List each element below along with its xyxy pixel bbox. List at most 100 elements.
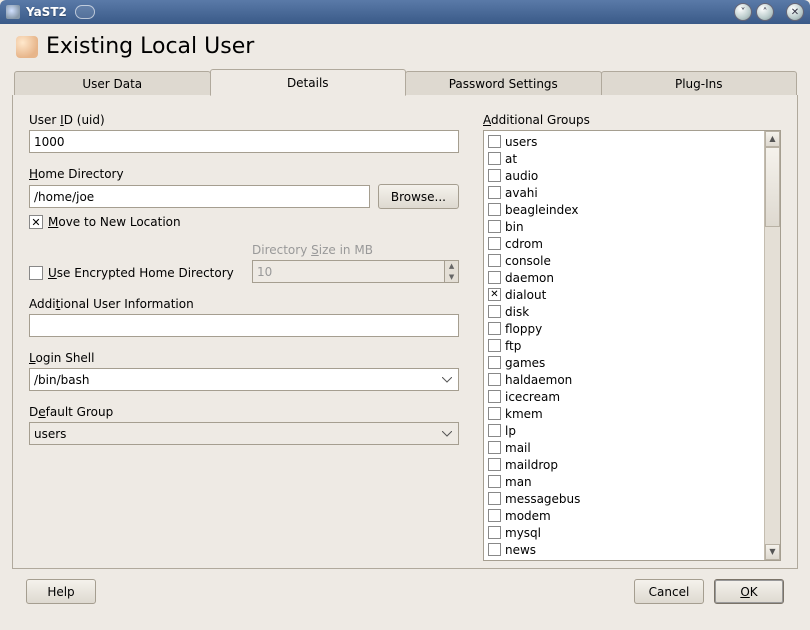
group-item[interactable]: daemon [486,269,762,286]
group-item[interactable]: man [486,473,762,490]
group-label: floppy [505,322,542,336]
group-item[interactable]: avahi [486,184,762,201]
checkbox-icon [488,458,501,471]
checkbox-icon [488,339,501,352]
tab-details[interactable]: Details [210,69,407,96]
use-encrypted-home-checkbox[interactable]: Use Encrypted Home Directory [29,266,234,280]
group-label: news [505,543,536,557]
group-item[interactable]: lp [486,422,762,439]
group-label: kmem [505,407,543,421]
checkbox-icon [488,220,501,233]
additional-groups-label: Additional Groups [483,113,781,127]
group-item[interactable]: dialout [486,286,762,303]
checkbox-icon [488,407,501,420]
checkbox-icon [488,424,501,437]
group-item[interactable]: mail [486,439,762,456]
window-close-icon[interactable]: ✕ [786,3,804,21]
checkbox-icon [488,390,501,403]
group-label: modem [505,509,551,523]
tab-password-settings[interactable]: Password Settings [405,71,602,95]
tab-label: Plug-Ins [675,77,723,91]
group-label: cdrom [505,237,543,251]
checkbox-icon [488,322,501,335]
group-label: users [505,135,537,149]
uid-label: User ID (uid) [29,113,459,127]
scroll-up-icon[interactable]: ▲ [765,131,780,147]
window-maximize-icon[interactable]: ˄ [756,3,774,21]
checkbox-icon [488,441,501,454]
login-shell-label: Login Shell [29,351,459,365]
group-item[interactable]: cdrom [486,235,762,252]
group-item[interactable]: maildrop [486,456,762,473]
group-item[interactable]: mysql [486,524,762,541]
window-minimize-icon[interactable]: ˅ [734,3,752,21]
group-item[interactable]: bin [486,218,762,235]
group-item[interactable]: news [486,541,762,558]
group-label: bin [505,220,524,234]
dirsize-spinner: ▲▼ [252,260,459,283]
login-shell-select[interactable]: /bin/bash [29,368,459,391]
additional-groups-listbox[interactable]: users at audioavahi beagleindex bin cdrom cons… [483,130,781,561]
group-label: disk [505,305,529,319]
group-label: icecream [505,390,560,404]
cancel-button[interactable]: Cancel [634,579,704,604]
group-label: mysql [505,526,541,540]
tab-label: User Data [82,77,142,91]
group-item[interactable]: users [486,133,762,150]
uid-input[interactable] [29,130,459,153]
checkbox-icon [488,509,501,522]
checkbox-icon [488,203,501,216]
group-item[interactable]: at [486,150,762,167]
group-label: at [505,152,517,166]
checkbox-icon [488,271,501,284]
titlebar: YaST2 ˅ ˄ ✕ [0,0,810,24]
checkbox-icon [488,152,501,165]
group-item[interactable]: disk [486,303,762,320]
checkbox-icon [488,543,501,556]
ok-button[interactable]: OK [714,579,784,604]
group-item[interactable]: audio [486,167,762,184]
group-item[interactable]: kmem [486,405,762,422]
group-label: ftp [505,339,521,353]
checkbox-icon [488,475,501,488]
group-item[interactable]: haldaemon [486,371,762,388]
page-title: Existing Local User [46,34,254,59]
group-label: games [505,356,545,370]
group-item[interactable]: ftp [486,337,762,354]
group-label: man [505,475,532,489]
group-label: haldaemon [505,373,572,387]
group-label: messagebus [505,492,580,506]
group-label: maildrop [505,458,558,472]
tab-plug-ins[interactable]: Plug-Ins [601,71,798,95]
group-label: lp [505,424,516,438]
group-label: console [505,254,551,268]
group-item[interactable]: floppy [486,320,762,337]
default-group-select[interactable]: users [29,422,459,445]
group-label: mail [505,441,531,455]
group-label: beagleindex [505,203,579,217]
help-button[interactable]: Help [26,579,96,604]
checkbox-icon [29,215,43,229]
home-directory-input[interactable] [29,185,370,208]
group-item[interactable]: messagebus [486,490,762,507]
tab-user-data[interactable]: User Data [14,71,211,95]
move-to-new-location-checkbox[interactable]: Move to New Location [29,215,181,229]
group-item[interactable]: games [486,354,762,371]
group-item[interactable]: beagleindex [486,201,762,218]
checkbox-icon [488,373,501,386]
home-label: Home Directory [29,167,459,181]
scrollbar[interactable]: ▲ ▼ [764,131,780,560]
group-item[interactable]: icecream [486,388,762,405]
group-item[interactable]: modem [486,507,762,524]
group-item[interactable]: console [486,252,762,269]
group-label: dialout [505,288,546,302]
scroll-down-icon[interactable]: ▼ [765,544,780,560]
additional-info-input[interactable] [29,314,459,337]
group-label: audio [505,169,538,183]
scrollbar-thumb[interactable] [765,147,780,227]
tabs: User Data Details Password Settings Plug… [14,69,796,95]
checkbox-icon [488,356,501,369]
checkbox-icon [488,169,501,182]
window-title: YaST2 [26,5,67,19]
browse-button[interactable]: Browse... [378,184,459,209]
